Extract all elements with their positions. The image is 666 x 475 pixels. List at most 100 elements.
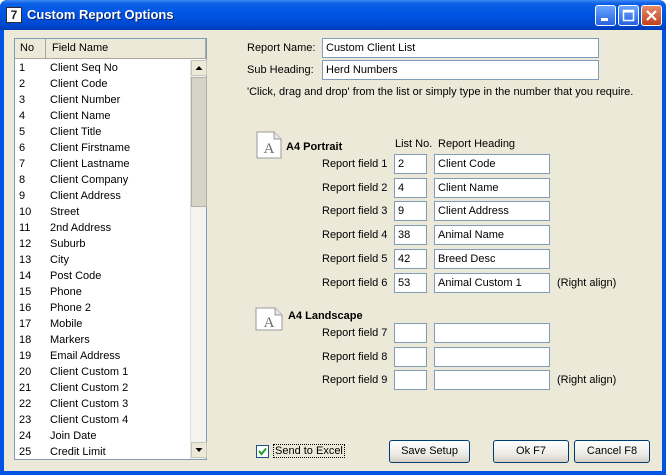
- field-list[interactable]: No Field Name 1 Client Seq No 2 Client Code…: [14, 38, 207, 460]
- list-item[interactable]: 18 Markers: [15, 332, 190, 348]
- list-item[interactable]: 16 Phone 2: [15, 300, 190, 316]
- report-heading-column-header: Report Heading: [438, 138, 516, 150]
- scroll-down-button[interactable]: [191, 442, 207, 458]
- list-item-no: 2: [19, 78, 26, 90]
- list-item-field-name: Join Date: [50, 430, 97, 442]
- list-item-field-name: Client Seq No: [50, 62, 118, 74]
- window-border-bottom: [0, 471, 666, 475]
- scroll-up-button[interactable]: [191, 60, 207, 76]
- checkmark-icon: [258, 447, 267, 456]
- list-item[interactable]: 2 Client Code: [15, 76, 190, 92]
- list-item-no: 6: [19, 142, 26, 154]
- list-item-field-name: Mobile: [50, 318, 83, 330]
- list-item-no: 1: [19, 62, 26, 74]
- list-item[interactable]: 10 Street: [15, 204, 190, 220]
- report-field-9-heading-input[interactable]: [434, 370, 550, 390]
- list-item[interactable]: 24 Join Date: [15, 428, 190, 444]
- report-field-4-list-no-input[interactable]: 38: [394, 225, 427, 245]
- list-item[interactable]: 6 Client Firstname: [15, 140, 190, 156]
- list-item-field-name: Phone: [50, 286, 82, 298]
- sub-heading-input[interactable]: Herd Numbers: [322, 60, 599, 80]
- list-item[interactable]: 9 Client Address: [15, 188, 190, 204]
- list-item[interactable]: 21 Client Custom 2: [15, 380, 190, 396]
- cancel-button[interactable]: Cancel F8: [574, 440, 650, 463]
- report-options-window: 7 Custom Report Options No Field Name 1 C…: [0, 0, 666, 475]
- portrait-title: A4 Portrait: [286, 141, 343, 153]
- ok-button[interactable]: Ok F7: [493, 440, 569, 463]
- report-field-4-heading-input[interactable]: Animal Name: [434, 225, 550, 245]
- report-field-9-list-no-input[interactable]: [394, 370, 427, 390]
- list-item[interactable]: 8 Client Company: [15, 172, 190, 188]
- list-scrollbar[interactable]: [190, 60, 207, 459]
- list-item-field-name: Client Name: [50, 110, 111, 122]
- portrait-right-align-note: (Right align): [557, 277, 617, 289]
- list-item[interactable]: 12 Suburb: [15, 236, 190, 252]
- instruction-text: 'Click, drag and drop' from the list or …: [247, 86, 634, 98]
- list-item[interactable]: 1 Client Seq No: [15, 60, 190, 76]
- list-item[interactable]: 20 Client Custom 1: [15, 364, 190, 380]
- arrow-up-icon: [195, 66, 203, 70]
- landscape-document-icon: A: [255, 307, 283, 331]
- report-field-3-list-no-input[interactable]: 9: [394, 201, 427, 221]
- list-item-field-name: Client Custom 2: [50, 382, 129, 394]
- list-item[interactable]: 13 City: [15, 252, 190, 268]
- report-field-6-heading-input[interactable]: Animal Custom 1: [434, 273, 550, 293]
- report-field-8-heading-input[interactable]: [434, 347, 550, 367]
- scroll-thumb[interactable]: [191, 77, 207, 207]
- list-item[interactable]: 22 Client Custom 3: [15, 396, 190, 412]
- list-item-no: 12: [19, 238, 32, 250]
- maximize-button[interactable]: [618, 5, 639, 26]
- title-bar[interactable]: 7 Custom Report Options: [0, 0, 666, 30]
- list-item-no: 4: [19, 110, 26, 122]
- report-field-5-list-no-input[interactable]: 42: [394, 249, 427, 269]
- col-header-field-name[interactable]: Field Name: [46, 39, 206, 58]
- list-item[interactable]: 11 2nd Address: [15, 220, 190, 236]
- report-field-8-list-no-input[interactable]: [394, 347, 427, 367]
- report-field-6-list-no-input[interactable]: 53: [394, 273, 427, 293]
- report-field-5-heading-input[interactable]: Breed Desc: [434, 249, 550, 269]
- list-item-no: 19: [19, 350, 32, 362]
- list-item[interactable]: 7 Client Lastname: [15, 156, 190, 172]
- report-field-1-label: Report field 1: [322, 158, 388, 170]
- list-item[interactable]: 15 Phone: [15, 284, 190, 300]
- field-list-rows: 1 Client Seq No 2 Client Code 3 Client Number…: [15, 60, 190, 460]
- close-button[interactable]: [641, 5, 662, 26]
- list-item-field-name: Client Custom 1: [50, 366, 129, 378]
- list-item[interactable]: 3 Client Number: [15, 92, 190, 108]
- col-header-no[interactable]: No: [15, 39, 46, 58]
- report-field-3-heading-input[interactable]: Client Address: [434, 201, 550, 221]
- list-item-no: 14: [19, 270, 32, 282]
- report-field-1-list-no-input[interactable]: 2: [394, 154, 427, 174]
- list-no-column-header: List No.: [395, 138, 433, 150]
- app-icon[interactable]: 7: [6, 7, 22, 23]
- sub-heading-label: Sub Heading:: [247, 64, 314, 76]
- list-item[interactable]: 17 Mobile: [15, 316, 190, 332]
- arrow-down-icon: [195, 448, 203, 452]
- send-to-excel-label[interactable]: Send to Excel: [273, 444, 345, 458]
- list-item-field-name: Email Address: [50, 350, 121, 362]
- save-setup-button[interactable]: Save Setup: [389, 440, 470, 463]
- list-item[interactable]: 5 Client Title: [15, 124, 190, 140]
- list-item-no: 10: [19, 206, 32, 218]
- report-field-7-list-no-input[interactable]: [394, 323, 427, 343]
- list-item-no: 13: [19, 254, 32, 266]
- list-item[interactable]: 4 Client Name: [15, 108, 190, 124]
- portrait-document-icon: A: [256, 131, 282, 159]
- list-item[interactable]: 23 Client Custom 4: [15, 412, 190, 428]
- close-icon: [646, 10, 657, 21]
- report-field-6-label: Report field 6: [322, 277, 388, 289]
- list-item[interactable]: 19 Email Address: [15, 348, 190, 364]
- report-field-2-heading-input[interactable]: Client Name: [434, 178, 550, 198]
- report-field-7-heading-input[interactable]: [434, 323, 550, 343]
- minimize-button[interactable]: [595, 5, 616, 26]
- report-field-2-list-no-input[interactable]: 4: [394, 178, 427, 198]
- send-to-excel-checkbox[interactable]: [256, 445, 269, 458]
- report-field-1-heading-input[interactable]: Client Code: [434, 154, 550, 174]
- report-field-7-label: Report field 7: [322, 327, 388, 339]
- report-name-input[interactable]: Custom Client List: [322, 38, 599, 58]
- window-title: Custom Report Options: [27, 7, 174, 22]
- window-border-right: [662, 30, 666, 475]
- list-item-field-name: Phone 2: [50, 302, 91, 314]
- list-item[interactable]: 25 Credit Limit: [15, 444, 190, 460]
- list-item[interactable]: 14 Post Code: [15, 268, 190, 284]
